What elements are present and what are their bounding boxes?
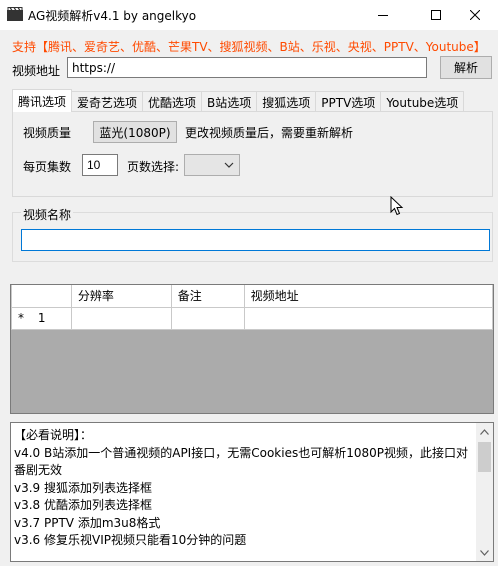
notes-line: 【必看说明】： [14, 428, 93, 442]
cell-resolution[interactable] [70, 306, 172, 330]
cell-video-url[interactable] [243, 306, 494, 330]
scroll-down-button[interactable] [476, 544, 493, 561]
tab-youku[interactable]: 优酷选项 [142, 91, 203, 112]
chevron-down-icon [224, 162, 234, 168]
row-header-corner [11, 285, 72, 308]
notes-line: v3.8 优酷添加列表选择框 [14, 498, 153, 512]
vertical-scrollbar[interactable] [476, 423, 493, 561]
row-header[interactable]: * 1 [11, 306, 72, 330]
notes-content: 【必看说明】： v4.0 B站添加一个普通视频的API接口，无需Cookies也… [14, 427, 476, 550]
window-title: AG视频解析v4.1 by angelkyo [28, 9, 197, 23]
title-bar: AG视频解析v4.1 by angelkyo [0, 0, 498, 30]
cell-note[interactable] [170, 306, 245, 330]
chevron-up-icon [480, 428, 489, 435]
column-header-resolution[interactable]: 分辨率 [70, 285, 172, 308]
tab-bilibili[interactable]: B站选项 [201, 91, 258, 112]
table-row[interactable]: * 1 [11, 306, 494, 330]
column-header-note[interactable]: 备注 [170, 285, 245, 308]
mouse-cursor-icon [390, 196, 404, 216]
episodes-label: 每页集数 [23, 160, 72, 174]
result-grid[interactable]: 分辨率 备注 视频地址 * 1 [10, 284, 494, 414]
minimize-icon [378, 15, 388, 16]
episodes-input[interactable] [82, 154, 118, 176]
video-name-group: 视频名称 [12, 206, 493, 262]
scroll-up-button[interactable] [476, 423, 493, 440]
video-name-input[interactable] [21, 229, 490, 251]
close-button[interactable] [452, 0, 498, 30]
page-select[interactable] [184, 154, 240, 176]
notes-line: v3.9 搜狐添加列表选择框 [14, 480, 153, 495]
tab-sohu[interactable]: 搜狐选项 [256, 91, 317, 112]
maximize-icon [431, 10, 441, 20]
page-select-label: 页数选择: [127, 160, 180, 174]
tab-strip: 腾讯选项 爱奇艺选项 优酷选项 B站选项 搜狐选项 PPTV选项 Youtube… [12, 89, 465, 112]
parse-button[interactable]: 解析 [440, 56, 492, 79]
quality-label: 视频质量 [23, 126, 72, 140]
column-header-video-url[interactable]: 视频地址 [243, 285, 494, 308]
minimize-button[interactable] [360, 0, 406, 30]
tab-panel: 视频质量 蓝光(1080P) 更改视频质量后，需要重新解析 每页集数 页数选择: [12, 111, 493, 197]
video-name-label: 视频名称 [21, 206, 74, 223]
notes-line: v3.7 PPTV 添加m3u8格式 [14, 515, 161, 530]
url-input[interactable] [67, 57, 427, 78]
tab-tencent[interactable]: 腾讯选项 [12, 89, 73, 112]
tab-iqiyi[interactable]: 爱奇艺选项 [71, 91, 144, 112]
film-icon [7, 7, 23, 21]
row-index: 1 [37, 311, 46, 325]
scroll-thumb[interactable] [478, 442, 491, 472]
quality-button[interactable]: 蓝光(1080P) [93, 121, 177, 143]
new-row-marker: * [18, 311, 24, 325]
tab-pptv[interactable]: PPTV选项 [315, 91, 382, 112]
table-header-row: 分辨率 备注 视频地址 [11, 285, 494, 308]
result-table: 分辨率 备注 视频地址 * 1 [11, 285, 494, 330]
notes-line: v3.6 修复乐视VIP视频只能看10分钟的问题 [14, 533, 247, 547]
url-label: 视频地址 [12, 64, 61, 78]
tab-youtube[interactable]: Youtube选项 [380, 91, 465, 112]
chevron-down-icon [480, 549, 489, 556]
close-icon [470, 10, 480, 20]
notes-line: v4.0 B站添加一个普通视频的API接口，无需Cookies也可解析1080P… [14, 445, 468, 478]
quality-hint: 更改视频质量后，需要重新解析 [185, 126, 354, 140]
supported-sites-text: 支持【腾讯、爱奇艺、优酷、芒果TV、搜狐视频、B站、乐视、央视、PPTV、You… [12, 40, 486, 54]
notes-textbox[interactable]: 【必看说明】： v4.0 B站添加一个普通视频的API接口，无需Cookies也… [10, 422, 494, 562]
